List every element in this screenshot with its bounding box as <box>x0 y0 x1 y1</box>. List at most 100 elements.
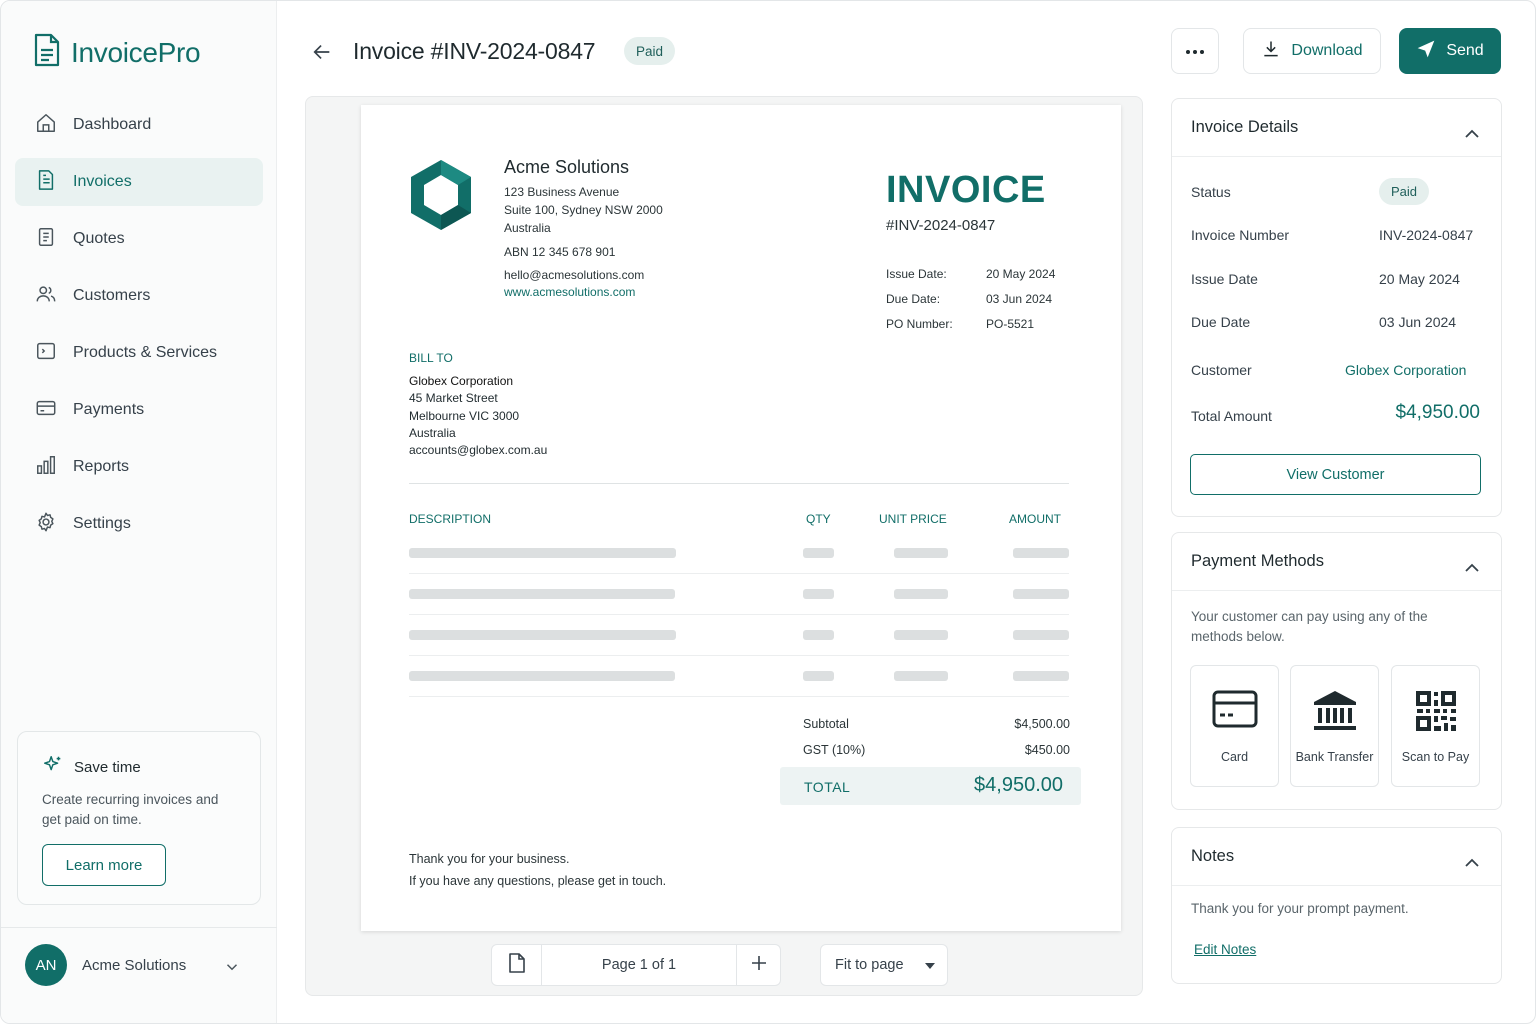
sidebar-item-label: Products & Services <box>73 344 218 361</box>
company-abn: ABN 12 345 678 901 <box>504 245 616 259</box>
payment-method-bank-transfer[interactable]: Bank Transfer <box>1290 665 1379 787</box>
placeholder-bar <box>894 589 948 599</box>
back-arrow-icon[interactable] <box>311 41 333 68</box>
add-page-button[interactable] <box>736 945 780 985</box>
detail-value-total-amount: $4,950.00 <box>1395 402 1480 423</box>
download-button[interactable]: Download <box>1243 28 1381 74</box>
column-header-qty: QTY <box>806 512 831 526</box>
customer-link[interactable]: Globex Corporation <box>1345 362 1466 378</box>
payment-methods-description: Your customer can pay using any of the m… <box>1191 609 1428 644</box>
placeholder-bar <box>803 671 834 681</box>
app-window: InvoicePro Dashboard Invoices Quotes Cus… <box>0 0 1536 1024</box>
placeholder-bar <box>409 671 675 681</box>
caret-down-icon <box>925 963 935 969</box>
sparkle-icon <box>42 754 64 780</box>
sidebar-item-invoices[interactable]: Invoices <box>15 158 263 206</box>
chevron-up-icon[interactable] <box>1465 124 1479 143</box>
invoice-preview: Acme Solutions 123 Business Avenue Suite… <box>305 96 1143 996</box>
placeholder-bar <box>803 630 834 640</box>
app-name: InvoicePro <box>71 36 201 68</box>
placeholder-bar <box>409 630 676 640</box>
users-icon <box>35 283 57 310</box>
invoice-details-header[interactable]: Invoice Details <box>1172 99 1501 157</box>
company-website[interactable]: www.acmesolutions.com <box>504 285 635 299</box>
total-box: TOTAL $4,950.00 <box>780 767 1081 805</box>
invoice-footer-text: Thank you for your business. If you have… <box>409 852 667 888</box>
placeholder-bar <box>1013 548 1069 558</box>
sidebar-item-label: Settings <box>73 515 131 532</box>
placeholder-bar <box>409 589 675 599</box>
account-name: Acme Solutions <box>82 957 187 974</box>
account-switcher[interactable]: AN Acme Solutions <box>1 927 277 1023</box>
tag-icon <box>35 340 57 367</box>
card-icon <box>1212 690 1258 733</box>
view-customer-button[interactable]: View Customer <box>1190 454 1481 495</box>
plus-icon <box>751 955 767 976</box>
detail-label-total-amount: Total Amount <box>1191 408 1272 424</box>
sidebar-item-dashboard[interactable]: Dashboard <box>15 101 263 149</box>
document-logo-icon <box>33 33 61 72</box>
status-badge: Paid <box>624 37 676 65</box>
sidebar-item-label: Payments <box>73 401 145 418</box>
page-indicator: Page 1 of 1 <box>601 957 677 973</box>
avatar: AN <box>25 944 67 986</box>
sidebar-item-settings[interactable]: Settings <box>15 500 263 548</box>
status-badge: Paid <box>1379 178 1430 205</box>
file-icon <box>508 952 526 978</box>
qr-code-icon <box>1415 690 1457 737</box>
promo-title: Save time <box>42 754 236 780</box>
table-row <box>409 615 1069 656</box>
learn-more-button[interactable]: Learn more <box>42 844 166 886</box>
payment-methods-header[interactable]: Payment Methods <box>1172 533 1501 591</box>
chevron-down-icon[interactable] <box>223 958 241 981</box>
total-label: TOTAL <box>804 779 851 795</box>
sidebar-item-quotes[interactable]: Quotes <box>15 215 263 263</box>
placeholder-bar <box>1013 630 1069 640</box>
chevron-up-icon[interactable] <box>1465 853 1479 872</box>
page-header: Invoice #INV-2024-0847 Paid Download Sen… <box>277 1 1535 97</box>
detail-value-issue-date: 20 May 2024 <box>1379 271 1460 287</box>
sidebar-item-products-services[interactable]: Products & Services <box>15 329 263 377</box>
sidebar-item-reports[interactable]: Reports <box>15 443 263 491</box>
company-address: 123 Business Avenue Suite 100, Sydney NS… <box>504 185 663 235</box>
gear-icon <box>35 511 57 538</box>
notes-header[interactable]: Notes <box>1172 828 1501 886</box>
company-email: hello@acmesolutions.com <box>504 268 645 282</box>
tax-label: GST (10%) <box>803 743 866 757</box>
hexagon-logo-icon <box>409 158 473 237</box>
sidebar-item-label: Reports <box>73 458 130 475</box>
credit-card-icon <box>35 397 57 424</box>
sidebar-item-label: Customers <box>73 287 151 304</box>
payment-method-scan-to-pay[interactable]: Scan to Pay <box>1391 665 1480 787</box>
bill-to-address: Globex Corporation 45 Market Street Melb… <box>409 374 548 458</box>
page-thumbnail-button[interactable] <box>492 945 542 985</box>
detail-value-due-date: 03 Jun 2024 <box>1379 314 1457 330</box>
column-header-description: DESCRIPTION <box>409 512 492 526</box>
sidebar-item-label: Invoices <box>73 173 132 190</box>
placeholder-bar <box>1013 671 1069 681</box>
table-row <box>409 656 1069 697</box>
column-header-unit-price: UNIT PRICE <box>879 512 947 526</box>
app-logo[interactable]: InvoicePro <box>33 33 201 72</box>
detail-value-invoice-number: INV-2024-0847 <box>1379 227 1474 243</box>
more-horizontal-icon <box>1185 42 1205 60</box>
edit-notes-link[interactable]: Edit Notes <box>1194 942 1256 957</box>
bar-chart-icon <box>35 454 57 481</box>
more-actions-button[interactable] <box>1171 28 1219 74</box>
placeholder-bar <box>1013 589 1069 599</box>
sidebar-item-label: Quotes <box>73 230 125 247</box>
sidebar-item-payments[interactable]: Payments <box>15 386 263 434</box>
home-icon <box>35 112 57 139</box>
sidebar-item-customers[interactable]: Customers <box>15 272 263 320</box>
chevron-up-icon[interactable] <box>1465 558 1479 577</box>
sidebar-item-label: Dashboard <box>73 116 152 133</box>
send-button[interactable]: Send <box>1399 28 1501 74</box>
total-value: $4,950.00 <box>974 774 1063 796</box>
detail-label-issue-date: Issue Date <box>1191 271 1258 287</box>
page-controls: Page 1 of 1 <box>491 944 781 986</box>
zoom-select[interactable]: Fit to page <box>820 944 948 986</box>
invoice-number: #INV-2024-0847 <box>886 217 996 234</box>
placeholder-bar <box>894 630 948 640</box>
payment-method-card[interactable]: Card <box>1190 665 1279 787</box>
placeholder-bar <box>803 589 834 599</box>
